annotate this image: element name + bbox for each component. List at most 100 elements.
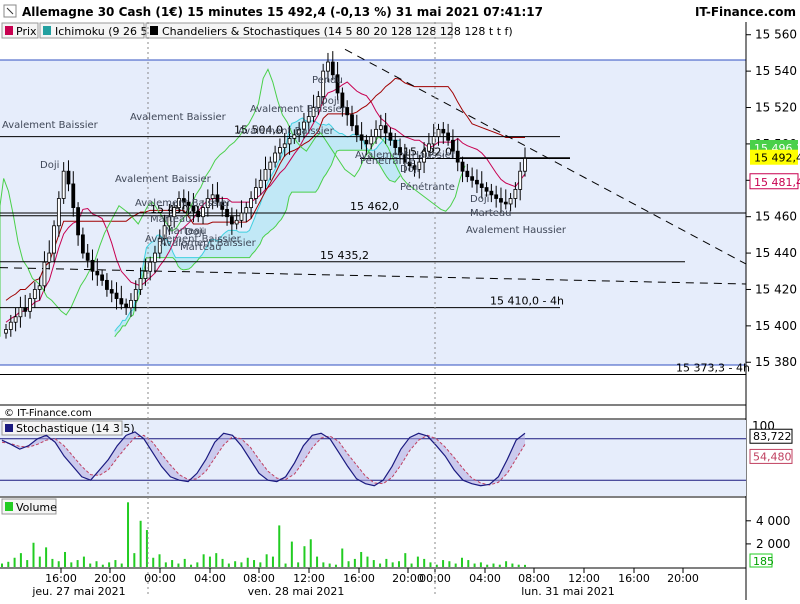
price-panel: 15 504,015 492,015 462,015 450,015 435,2… bbox=[0, 48, 750, 375]
time-tick-label: 20:00 bbox=[667, 572, 699, 585]
candle-body bbox=[4, 329, 8, 334]
volume-bar bbox=[108, 562, 111, 567]
volume-bar bbox=[303, 546, 306, 567]
volume-last-label: 185 bbox=[753, 555, 774, 568]
level-label: 15 462,0 bbox=[350, 200, 399, 213]
candle-body bbox=[330, 61, 335, 76]
stochastic-panel: Stochastique (14 3 5) 100 83,72254,480 bbox=[0, 419, 793, 496]
volume-bar bbox=[460, 557, 463, 567]
chart-title: Allemagne 30 Cash (1€) 15 minutes 15 492… bbox=[22, 5, 543, 19]
pattern-annotation: Doji bbox=[320, 96, 339, 107]
candle-body bbox=[393, 139, 398, 148]
volume-bar bbox=[524, 564, 526, 567]
volume-bar bbox=[416, 556, 419, 567]
volume-bar bbox=[246, 557, 249, 567]
candle-body bbox=[263, 168, 268, 181]
volume-bar bbox=[328, 563, 331, 567]
candle-body bbox=[42, 261, 47, 287]
volume-bar bbox=[190, 564, 193, 567]
candle-body bbox=[66, 170, 71, 185]
volume-bar bbox=[265, 554, 268, 567]
pattern-annotation: Pendu bbox=[312, 75, 343, 86]
volume-tick-label: 2 000 bbox=[756, 537, 790, 551]
volume-bar bbox=[397, 561, 400, 567]
candle-body bbox=[326, 61, 330, 72]
candle-body bbox=[273, 152, 278, 163]
price-tick-label: 15 440 bbox=[755, 246, 797, 260]
candle-body bbox=[446, 132, 451, 141]
candle-body bbox=[129, 299, 133, 309]
volume-bar bbox=[76, 560, 79, 567]
volume-bar bbox=[498, 564, 501, 567]
volume-bar bbox=[360, 551, 363, 567]
candle-body bbox=[18, 307, 23, 318]
volume-bar bbox=[404, 553, 407, 567]
volume-bar bbox=[271, 556, 274, 567]
volume-bar bbox=[410, 563, 413, 567]
volume-bar bbox=[517, 564, 520, 567]
volume-bar bbox=[183, 558, 186, 567]
volume-bar bbox=[7, 561, 10, 567]
volume-bar bbox=[171, 560, 174, 567]
candle-body bbox=[364, 139, 369, 145]
candle-body bbox=[484, 187, 489, 192]
candle-body bbox=[436, 128, 441, 138]
time-tick-label: 04:00 bbox=[194, 572, 226, 585]
volume-bar bbox=[70, 562, 73, 567]
candle-body bbox=[76, 207, 80, 236]
volume-bar bbox=[177, 563, 180, 567]
stochastic-tag-label: 54,480 bbox=[753, 450, 792, 463]
volume-bar bbox=[215, 553, 218, 567]
volume-bar bbox=[479, 562, 482, 567]
candle-body bbox=[523, 158, 527, 172]
volume-bar bbox=[511, 563, 514, 567]
volume-bar bbox=[120, 563, 123, 567]
candle-body bbox=[143, 270, 148, 279]
price-tick-label: 15 460 bbox=[755, 210, 797, 224]
volume-bar bbox=[51, 558, 54, 567]
volume-bar bbox=[467, 560, 470, 567]
stochastic-tag-label: 83,722 bbox=[753, 430, 792, 443]
candle-body bbox=[109, 289, 114, 294]
pattern-annotation: Doji bbox=[470, 194, 489, 205]
candle-body bbox=[8, 321, 13, 330]
volume-bar bbox=[423, 558, 426, 567]
candle-body bbox=[388, 132, 393, 141]
candle-body bbox=[47, 252, 52, 263]
stochastic-swatch-icon bbox=[5, 424, 13, 432]
price-tag-label: 15 492,4 bbox=[754, 152, 800, 165]
pattern-annotation: Marteau bbox=[150, 214, 191, 225]
volume-bar bbox=[152, 557, 155, 567]
volume-bar bbox=[164, 562, 167, 567]
volume-bar bbox=[89, 563, 92, 567]
time-tick-label: 12:00 bbox=[293, 572, 325, 585]
volume-bar bbox=[32, 542, 35, 567]
date-label: lun. 31 mai 2021 bbox=[521, 585, 615, 598]
volume-bar bbox=[114, 560, 117, 567]
candle-body bbox=[37, 285, 42, 290]
price-tick-label: 15 540 bbox=[755, 64, 797, 78]
candle-body bbox=[225, 209, 229, 218]
candle-body bbox=[268, 161, 273, 170]
candle-body bbox=[455, 150, 460, 163]
volume-bar bbox=[473, 563, 476, 567]
candle-body bbox=[508, 198, 513, 205]
pattern-annotation: Avalement Baissier bbox=[238, 126, 335, 137]
candle-body bbox=[441, 128, 446, 134]
volume-swatch-icon bbox=[5, 502, 13, 511]
candle-body bbox=[489, 190, 494, 196]
volume-bar bbox=[82, 556, 85, 567]
watermark: © IT-Finance.com bbox=[4, 408, 92, 419]
candle-body bbox=[244, 207, 249, 214]
volume-bar bbox=[101, 564, 104, 567]
price-tick-label: 15 560 bbox=[755, 28, 797, 42]
volume-bar bbox=[133, 553, 136, 567]
volume-bar bbox=[196, 562, 199, 567]
chart-window: Allemagne 30 Cash (1€) 15 minutes 15 492… bbox=[0, 0, 800, 600]
volume-bar bbox=[253, 560, 256, 567]
volume-bar bbox=[234, 561, 237, 567]
pattern-annotation: Pénétrante bbox=[400, 181, 455, 193]
candle-body bbox=[282, 143, 287, 148]
price-tick-label: 15 420 bbox=[755, 282, 797, 296]
candle-body bbox=[278, 147, 282, 154]
